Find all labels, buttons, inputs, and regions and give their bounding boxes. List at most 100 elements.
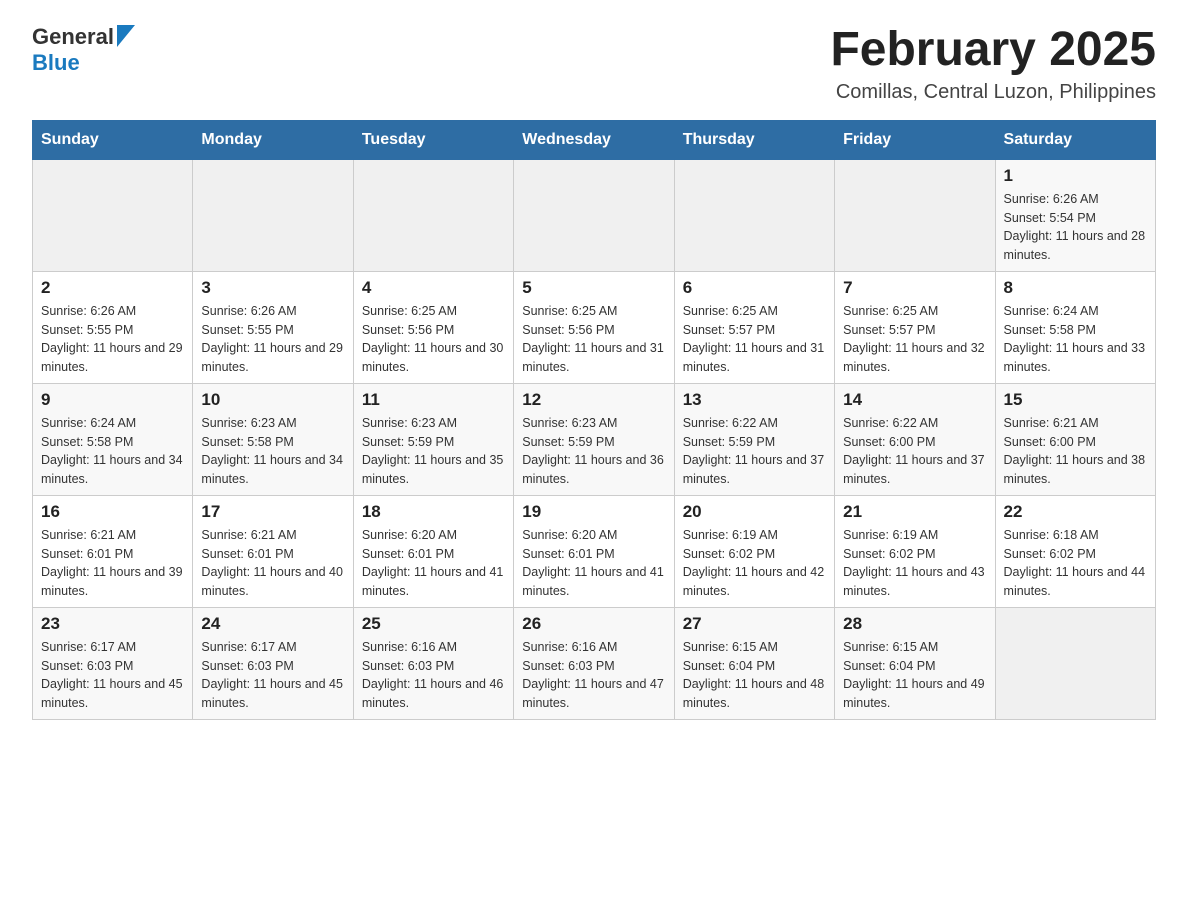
header-friday: Friday xyxy=(835,120,995,159)
day-number: 23 xyxy=(41,614,184,634)
header-sunday: Sunday xyxy=(33,120,193,159)
day-info: Sunrise: 6:18 AMSunset: 6:02 PMDaylight:… xyxy=(1004,526,1147,601)
day-info: Sunrise: 6:19 AMSunset: 6:02 PMDaylight:… xyxy=(843,526,986,601)
day-info: Sunrise: 6:23 AMSunset: 5:58 PMDaylight:… xyxy=(201,414,344,489)
day-info: Sunrise: 6:23 AMSunset: 5:59 PMDaylight:… xyxy=(522,414,665,489)
day-number: 2 xyxy=(41,278,184,298)
calendar-header-row: Sunday Monday Tuesday Wednesday Thursday… xyxy=(33,120,1156,159)
table-row: 12 Sunrise: 6:23 AMSunset: 5:59 PMDayligh… xyxy=(514,383,674,495)
day-info: Sunrise: 6:21 AMSunset: 6:01 PMDaylight:… xyxy=(41,526,184,601)
table-row: 11Sunrise: 6:23 AMSunset: 5:59 PMDayligh… xyxy=(353,383,513,495)
day-number: 14 xyxy=(843,390,986,410)
table-row xyxy=(995,607,1155,719)
table-row: 2 Sunrise: 6:26 AMSunset: 5:55 PMDaylight… xyxy=(33,271,193,383)
day-info: Sunrise: 6:24 AMSunset: 5:58 PMDaylight:… xyxy=(41,414,184,489)
day-info: Sunrise: 6:26 AMSunset: 5:55 PMDaylight:… xyxy=(41,302,184,377)
calendar-week-row: 16Sunrise: 6:21 AMSunset: 6:01 PMDayligh… xyxy=(33,495,1156,607)
table-row: 14 Sunrise: 6:22 AMSunset: 6:00 PMDayligh… xyxy=(835,383,995,495)
day-number: 7 xyxy=(843,278,986,298)
day-info: Sunrise: 6:26 AMSunset: 5:55 PMDaylight:… xyxy=(201,302,344,377)
table-row xyxy=(835,159,995,271)
calendar-week-row: 9 Sunrise: 6:24 AMSunset: 5:58 PMDaylight… xyxy=(33,383,1156,495)
day-number: 1 xyxy=(1004,166,1147,186)
title-section: February 2025 Comillas, Central Luzon, P… xyxy=(830,24,1156,104)
day-number: 18 xyxy=(362,502,505,522)
table-row: 17 Sunrise: 6:21 AMSunset: 6:01 PMDayligh… xyxy=(193,495,353,607)
header-thursday: Thursday xyxy=(674,120,834,159)
calendar-week-row: 1 Sunrise: 6:26 AMSunset: 5:54 PMDaylight… xyxy=(33,159,1156,271)
day-info: Sunrise: 6:17 AMSunset: 6:03 PMDaylight:… xyxy=(41,638,184,713)
header-monday: Monday xyxy=(193,120,353,159)
day-info: Sunrise: 6:15 AMSunset: 6:04 PMDaylight:… xyxy=(843,638,986,713)
table-row: 23 Sunrise: 6:17 AMSunset: 6:03 PMDayligh… xyxy=(33,607,193,719)
header-saturday: Saturday xyxy=(995,120,1155,159)
day-info: Sunrise: 6:25 AMSunset: 5:57 PMDaylight:… xyxy=(683,302,826,377)
day-number: 6 xyxy=(683,278,826,298)
day-info: Sunrise: 6:15 AMSunset: 6:04 PMDaylight:… xyxy=(683,638,826,713)
header-wednesday: Wednesday xyxy=(514,120,674,159)
day-number: 13 xyxy=(683,390,826,410)
day-number: 19 xyxy=(522,502,665,522)
logo-blue-text: Blue xyxy=(32,50,80,75)
day-info: Sunrise: 6:25 AMSunset: 5:56 PMDaylight:… xyxy=(522,302,665,377)
day-info: Sunrise: 6:26 AMSunset: 5:54 PMDaylight:… xyxy=(1004,190,1147,265)
logo: General Blue xyxy=(32,24,135,76)
table-row xyxy=(514,159,674,271)
table-row xyxy=(353,159,513,271)
table-row: 16Sunrise: 6:21 AMSunset: 6:01 PMDayligh… xyxy=(33,495,193,607)
logo-triangle-icon xyxy=(117,25,135,47)
table-row: 20 Sunrise: 6:19 AMSunset: 6:02 PMDayligh… xyxy=(674,495,834,607)
day-number: 11 xyxy=(362,390,505,410)
table-row: 24Sunrise: 6:17 AMSunset: 6:03 PMDayligh… xyxy=(193,607,353,719)
table-row: 25 Sunrise: 6:16 AMSunset: 6:03 PMDayligh… xyxy=(353,607,513,719)
day-number: 25 xyxy=(362,614,505,634)
day-number: 17 xyxy=(201,502,344,522)
day-info: Sunrise: 6:21 AMSunset: 6:01 PMDaylight:… xyxy=(201,526,344,601)
day-number: 21 xyxy=(843,502,986,522)
day-info: Sunrise: 6:16 AMSunset: 6:03 PMDaylight:… xyxy=(362,638,505,713)
day-info: Sunrise: 6:25 AMSunset: 5:57 PMDaylight:… xyxy=(843,302,986,377)
calendar-week-row: 2 Sunrise: 6:26 AMSunset: 5:55 PMDaylight… xyxy=(33,271,1156,383)
day-number: 15 xyxy=(1004,390,1147,410)
table-row: 13 Sunrise: 6:22 AMSunset: 5:59 PMDayligh… xyxy=(674,383,834,495)
table-row: 8Sunrise: 6:24 AMSunset: 5:58 PMDaylight… xyxy=(995,271,1155,383)
logo-general-text: General xyxy=(32,24,114,50)
table-row: 3 Sunrise: 6:26 AMSunset: 5:55 PMDaylight… xyxy=(193,271,353,383)
table-row: 15 Sunrise: 6:21 AMSunset: 6:00 PMDayligh… xyxy=(995,383,1155,495)
calendar-week-row: 23 Sunrise: 6:17 AMSunset: 6:03 PMDayligh… xyxy=(33,607,1156,719)
day-number: 9 xyxy=(41,390,184,410)
day-info: Sunrise: 6:22 AMSunset: 5:59 PMDaylight:… xyxy=(683,414,826,489)
calendar-table: Sunday Monday Tuesday Wednesday Thursday… xyxy=(32,120,1156,720)
table-row: 7 Sunrise: 6:25 AMSunset: 5:57 PMDaylight… xyxy=(835,271,995,383)
day-info: Sunrise: 6:21 AMSunset: 6:00 PMDaylight:… xyxy=(1004,414,1147,489)
day-number: 26 xyxy=(522,614,665,634)
month-title: February 2025 xyxy=(830,24,1156,77)
table-row: 27 Sunrise: 6:15 AMSunset: 6:04 PMDayligh… xyxy=(674,607,834,719)
day-number: 5 xyxy=(522,278,665,298)
day-info: Sunrise: 6:16 AMSunset: 6:03 PMDaylight:… xyxy=(522,638,665,713)
day-number: 12 xyxy=(522,390,665,410)
table-row xyxy=(674,159,834,271)
day-number: 27 xyxy=(683,614,826,634)
day-number: 8 xyxy=(1004,278,1147,298)
table-row: 9 Sunrise: 6:24 AMSunset: 5:58 PMDaylight… xyxy=(33,383,193,495)
day-number: 22 xyxy=(1004,502,1147,522)
table-row xyxy=(193,159,353,271)
table-row: 1 Sunrise: 6:26 AMSunset: 5:54 PMDaylight… xyxy=(995,159,1155,271)
day-info: Sunrise: 6:17 AMSunset: 6:03 PMDaylight:… xyxy=(201,638,344,713)
day-info: Sunrise: 6:25 AMSunset: 5:56 PMDaylight:… xyxy=(362,302,505,377)
table-row: 4Sunrise: 6:25 AMSunset: 5:56 PMDaylight… xyxy=(353,271,513,383)
day-info: Sunrise: 6:20 AMSunset: 6:01 PMDaylight:… xyxy=(522,526,665,601)
table-row: 22 Sunrise: 6:18 AMSunset: 6:02 PMDayligh… xyxy=(995,495,1155,607)
day-number: 20 xyxy=(683,502,826,522)
day-number: 3 xyxy=(201,278,344,298)
day-info: Sunrise: 6:19 AMSunset: 6:02 PMDaylight:… xyxy=(683,526,826,601)
table-row: 10 Sunrise: 6:23 AMSunset: 5:58 PMDayligh… xyxy=(193,383,353,495)
table-row: 26 Sunrise: 6:16 AMSunset: 6:03 PMDayligh… xyxy=(514,607,674,719)
day-number: 28 xyxy=(843,614,986,634)
table-row: 18 Sunrise: 6:20 AMSunset: 6:01 PMDayligh… xyxy=(353,495,513,607)
day-number: 10 xyxy=(201,390,344,410)
table-row: 6 Sunrise: 6:25 AMSunset: 5:57 PMDaylight… xyxy=(674,271,834,383)
day-info: Sunrise: 6:22 AMSunset: 6:00 PMDaylight:… xyxy=(843,414,986,489)
day-info: Sunrise: 6:20 AMSunset: 6:01 PMDaylight:… xyxy=(362,526,505,601)
